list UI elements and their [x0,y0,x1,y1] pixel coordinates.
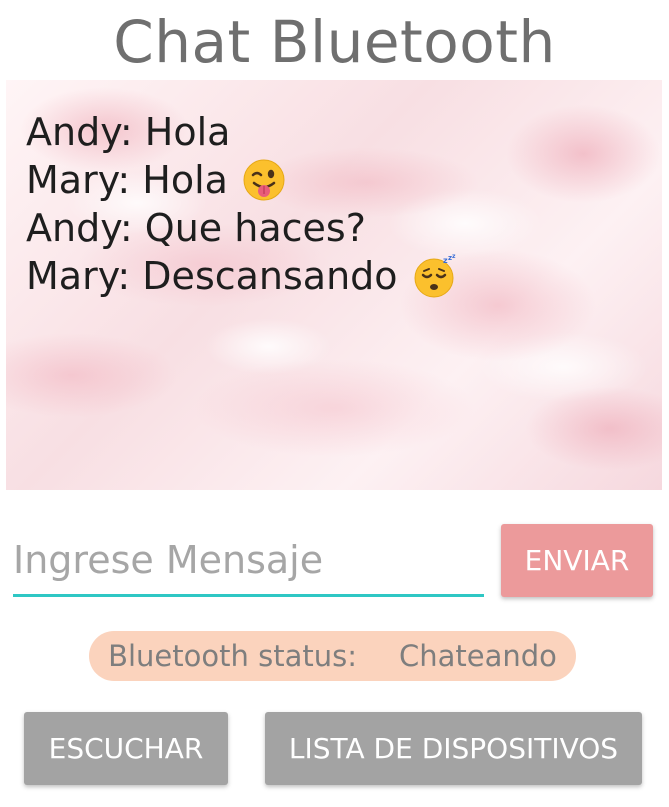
app-title: Chat Bluetooth [113,8,556,76]
svg-text:z: z [452,254,456,260]
send-button[interactable]: ENVIAR [501,524,653,597]
message-text: Mary: Descansando [26,254,398,298]
device-list-button[interactable]: LISTA DE DISPOSITIVOS [265,712,642,785]
message-text: Andy: Que haces? [26,206,366,250]
message-input[interactable] [13,530,484,590]
chat-message: Mary: Hola [26,156,456,204]
message-text: Mary: Hola [26,158,228,202]
chat-history-panel[interactable]: Andy: Hola Mary: Hola Andy: Que haces? M… [6,80,662,490]
bluetooth-status-badge: Bluetooth status: Chateando [89,631,576,681]
sleeping-face-icon: z z z [414,254,456,298]
listen-button[interactable]: ESCUCHAR [24,712,228,785]
chat-message: Andy: Hola [26,108,456,156]
message-list: Andy: Hola Mary: Hola Andy: Que haces? M… [26,108,456,300]
status-label: Bluetooth status: [108,639,357,673]
chat-message: Andy: Que haces? [26,204,456,252]
winking-face-with-tongue-icon [243,159,285,201]
status-value: Chateando [398,639,557,673]
message-text: Andy: Hola [26,110,231,154]
chat-message: Mary: Descansando z z z [26,252,456,300]
message-input-container [13,530,484,597]
